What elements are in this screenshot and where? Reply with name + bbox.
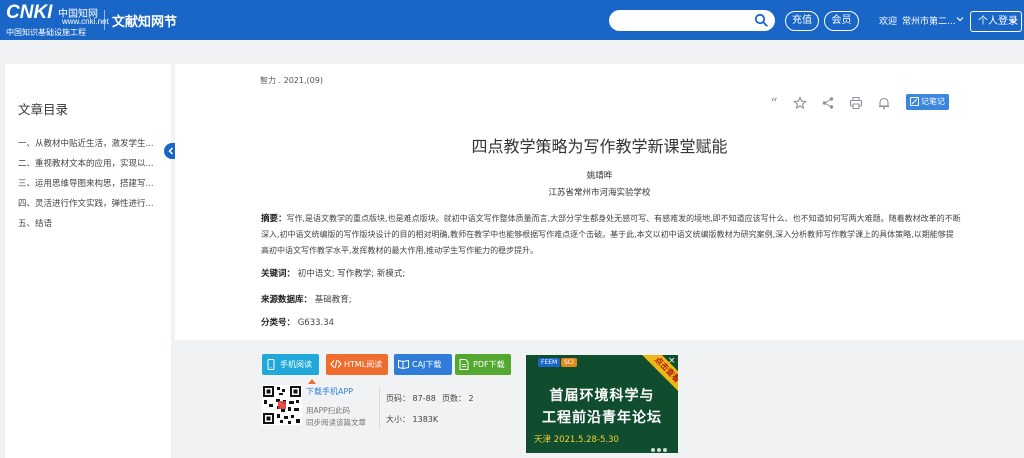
qr-code: [262, 385, 302, 425]
source-value: 基础教育;: [314, 295, 352, 305]
print-icon[interactable]: [849, 96, 863, 110]
download-app-link[interactable]: 下载手机APP: [306, 386, 353, 397]
caj-download-button[interactable]: CAJ下载: [394, 354, 452, 375]
source-label: 来源数据库：: [261, 295, 313, 305]
class-value: G633.34: [297, 318, 335, 328]
toc-item[interactable]: 二、重视教材文本的应用，实现以...: [18, 157, 154, 177]
keywords-label: 关键词：: [261, 269, 296, 279]
app-desc-2: 同步阅读该篇文章: [306, 418, 366, 427]
caj-download-label: CAJ下载: [412, 360, 442, 369]
star-icon[interactable]: [793, 96, 807, 110]
welcome-label: 欢迎: [879, 17, 898, 27]
logo-text: CNKI: [6, 2, 53, 23]
recharge-button[interactable]: 充值: [785, 11, 819, 31]
info-divider: [379, 388, 380, 428]
toc-item[interactable]: 四、灵活进行作文实践，弹性进行...: [18, 197, 154, 217]
header-divider: [104, 10, 105, 30]
chevron-left-icon: [168, 147, 174, 155]
article-title: 四点教学策略为写作教学新课堂赋能: [471, 137, 728, 156]
note-label: 记笔记: [921, 97, 945, 106]
journal-info[interactable]: 智力 . 2021,(09): [260, 75, 323, 86]
top-header: CNKI 中国知网 www.cnki.net 中国知识基础设施工程 文献知网节 …: [0, 0, 1024, 40]
carousel-dots[interactable]: [651, 437, 669, 453]
abstract-label: 摘要：: [261, 214, 287, 224]
source-row: 来源数据库： 基础教育;: [261, 293, 352, 305]
member-button[interactable]: 会员: [824, 11, 859, 31]
keywords-row: 关键词： 初中语文; 写作教学; 新模式;: [261, 267, 405, 279]
caret-up-icon: [308, 379, 316, 384]
pdf-download-label: PDF下载: [473, 360, 505, 369]
svg-text:“: “: [770, 96, 777, 110]
ad-logo-2: SCI: [561, 358, 577, 367]
class-label: 分类号：: [261, 318, 296, 328]
site-name[interactable]: 文献知网节: [112, 11, 177, 30]
toc-item[interactable]: 一、从教材中贴近生活，激发学生...: [18, 137, 154, 157]
code-icon: [330, 359, 342, 369]
ad-banner[interactable]: FEEM SCI 点击查看 × 首届环境科学与 工程前沿青年论坛 天津 2021…: [526, 355, 678, 453]
take-notes-button[interactable]: 记笔记: [906, 94, 949, 110]
ad-date: 天津 2021.5.28-5.30: [534, 435, 619, 445]
class-row: 分类号： G633.34: [261, 316, 334, 328]
app-desc-1: 用APP扫此码: [306, 406, 351, 415]
abstract: 摘要：写作,是语文教学的重点版块,也是难点版块。就初中语文写作整体质量而言,大部…: [261, 211, 961, 259]
html-read-button[interactable]: HTML阅读: [326, 354, 388, 375]
pdf-download-button[interactable]: PDF下载: [455, 354, 511, 375]
chevron-down-icon[interactable]: [956, 15, 964, 23]
mobile-read-button[interactable]: 手机阅读: [262, 354, 319, 375]
ad-logo-1: FEEM: [538, 358, 561, 367]
share-icon[interactable]: [821, 96, 835, 110]
user-name[interactable]: 常州市第二...: [902, 14, 956, 27]
toc-item[interactable]: 三、运用思维导图来构思，搭建写...: [18, 177, 154, 197]
toc-item[interactable]: 五、结语: [18, 217, 154, 237]
bell-icon[interactable]: [877, 96, 891, 110]
html-read-label: HTML阅读: [344, 360, 383, 369]
chevron-down-icon: [1010, 19, 1017, 24]
quote-icon[interactable]: “: [767, 96, 781, 110]
edit-icon: [910, 97, 919, 106]
toc-title: 文章目录: [18, 102, 69, 117]
personal-login-button[interactable]: 个人登录: [970, 11, 1022, 32]
book-icon: [398, 359, 409, 369]
article-affiliation[interactable]: 江苏省常州市河海实验学校: [175, 186, 1024, 198]
search-icon[interactable]: [754, 13, 768, 27]
logo-url: www.cnki.net: [62, 17, 109, 26]
page-range: 页码： 87-88: [386, 394, 436, 403]
phone-icon: [267, 359, 275, 370]
pdf-icon: [459, 359, 469, 370]
keywords-value[interactable]: 初中语文; 写作教学; 新模式;: [298, 269, 406, 279]
file-size: 大小： 1383K: [386, 415, 439, 424]
toc-sidebar: 文章目录 一、从教材中贴近生活，激发学生... 二、重视教材文本的应用，实现以.…: [5, 64, 178, 458]
cnki-logo[interactable]: CNKI 中国知网 www.cnki.net 中国知识基础设施工程: [6, 2, 109, 38]
abstract-text: 写作,是语文教学的重点版块,也是难点版块。就初中语文写作整体质量而言,大部分学生…: [261, 214, 961, 255]
logo-slogan: 中国知识基础设施工程: [6, 28, 86, 37]
article-author[interactable]: 姚靖晔: [175, 169, 1024, 181]
ad-headline-1: 首届环境科学与: [549, 388, 655, 404]
page-count: 页数： 2: [442, 394, 474, 403]
toc-list: 一、从教材中贴近生活，激发学生... 二、重视教材文本的应用，实现以... 三、…: [18, 137, 154, 237]
ad-headline-2: 工程前沿青年论坛: [542, 410, 662, 426]
article-panel: 智力 . 2021,(09) “ 记笔记 四点教学策略为写作教学新课堂赋能 姚靖…: [175, 64, 1024, 340]
close-icon[interactable]: ×: [668, 356, 676, 366]
search-input[interactable]: [609, 10, 775, 31]
mobile-read-label: 手机阅读: [280, 360, 312, 369]
